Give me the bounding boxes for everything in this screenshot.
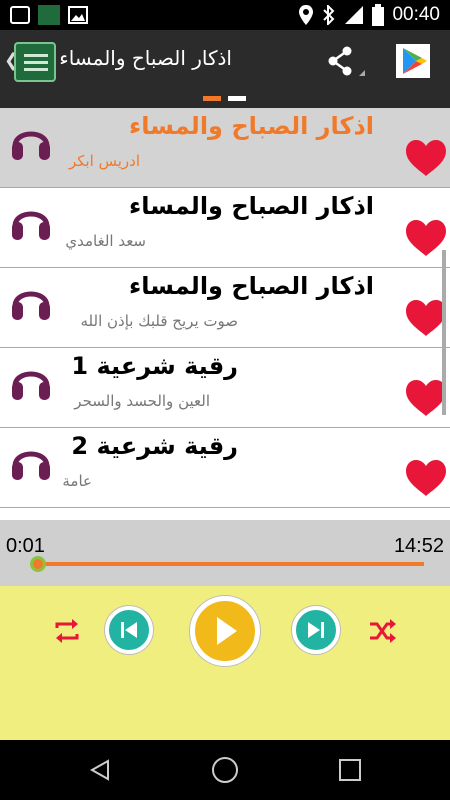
previous-button[interactable] bbox=[105, 606, 153, 654]
track-subtitle: ادريس ابكر bbox=[68, 152, 140, 170]
list-item-partial[interactable] bbox=[0, 508, 450, 520]
back-icon[interactable] bbox=[88, 758, 112, 782]
headphones-icon bbox=[12, 131, 50, 160]
heart-icon[interactable] bbox=[404, 458, 448, 498]
total-time: 14:52 bbox=[393, 535, 444, 557]
heart-icon[interactable] bbox=[404, 138, 448, 178]
action-bar: ❮ اذكار الصباح والمساء bbox=[0, 30, 450, 108]
track-title: رقية شرعية 1 bbox=[71, 352, 238, 380]
skip-previous-icon bbox=[121, 622, 137, 638]
seek-bar[interactable] bbox=[34, 562, 424, 566]
status-bar: 00:40 bbox=[0, 0, 450, 30]
play-button[interactable] bbox=[190, 596, 260, 666]
play-store-icon[interactable] bbox=[396, 44, 430, 78]
current-time: 0:01 bbox=[6, 535, 45, 557]
home-icon[interactable] bbox=[212, 757, 238, 783]
list-item[interactable]: اذكار الصباح والمساء صوت يريح قلبك بإذن … bbox=[0, 268, 450, 348]
next-button[interactable] bbox=[292, 606, 340, 654]
battery-icon bbox=[372, 4, 385, 26]
player-controls bbox=[0, 586, 450, 740]
list-item[interactable]: اذكار الصباح والمساء سعد الغامدي bbox=[0, 188, 450, 268]
notification-app-icon bbox=[10, 6, 30, 24]
track-subtitle: العين والحسد والسحر bbox=[74, 392, 210, 410]
list-item[interactable]: رقية شرعية 2 عامة bbox=[0, 428, 450, 508]
repeat-icon[interactable] bbox=[52, 616, 82, 646]
shuffle-icon[interactable] bbox=[368, 616, 398, 646]
tab-indicator[interactable] bbox=[228, 96, 246, 101]
headphones-icon bbox=[12, 291, 50, 320]
image-icon bbox=[68, 6, 88, 24]
list-item[interactable]: اذكار الصباح والمساء ادريس ابكر bbox=[0, 108, 450, 188]
navigation-bar bbox=[0, 740, 450, 800]
player-progress-area: 0:01 14:52 bbox=[0, 520, 450, 586]
track-title: اذكار الصباح والمساء bbox=[129, 192, 374, 220]
tab-indicator-active[interactable] bbox=[203, 96, 221, 101]
skip-next-icon bbox=[308, 622, 324, 638]
clock: 00:40 bbox=[392, 4, 440, 25]
headphones-icon bbox=[12, 371, 50, 400]
track-subtitle: سعد الغامدي bbox=[65, 232, 146, 250]
track-subtitle: عامة bbox=[62, 472, 92, 490]
scrollbar[interactable] bbox=[442, 250, 446, 415]
play-icon bbox=[217, 617, 237, 645]
page-title: اذكار الصباح والمساء bbox=[59, 46, 232, 70]
location-icon bbox=[299, 5, 314, 25]
headphones-icon bbox=[12, 451, 50, 480]
track-title: اذكار الصباح والمساء bbox=[129, 272, 374, 300]
share-icon[interactable] bbox=[325, 46, 365, 78]
headphones-icon bbox=[12, 211, 50, 240]
seek-thumb[interactable] bbox=[30, 556, 46, 572]
list-item[interactable]: رقية شرعية 1 العين والحسد والسحر bbox=[0, 348, 450, 428]
app-screen: 00:40 ❮ اذكار الصباح والمساء اذكار الصبا… bbox=[0, 0, 450, 800]
bluetooth-icon bbox=[323, 5, 335, 25]
track-list: اذكار الصباح والمساء ادريس ابكر اذكار ال… bbox=[0, 108, 450, 520]
track-subtitle: صوت يريح قلبك بإذن الله bbox=[80, 312, 238, 330]
notification-app-icon-2 bbox=[38, 5, 60, 25]
signal-icon bbox=[345, 6, 364, 24]
track-title: رقية شرعية 2 bbox=[71, 432, 238, 460]
track-title: اذكار الصباح والمساء bbox=[129, 112, 374, 140]
recent-apps-icon[interactable] bbox=[339, 759, 361, 781]
app-logo[interactable] bbox=[14, 42, 56, 82]
